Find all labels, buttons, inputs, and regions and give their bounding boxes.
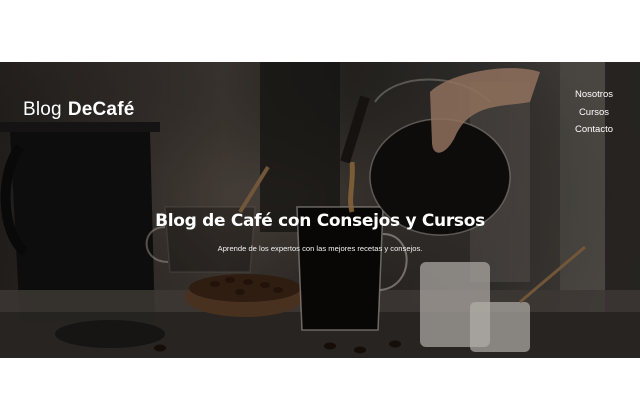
- nav-link-nosotros[interactable]: Nosotros: [575, 86, 613, 104]
- nav-link-cursos[interactable]: Cursos: [575, 104, 613, 122]
- site-logo[interactable]: Blog DeCafé: [23, 99, 135, 121]
- logo-bold-text: DeCafé: [67, 99, 135, 120]
- hero-subtitle: Aprende de los expertos con las mejores …: [217, 244, 423, 253]
- hero-banner: Blog DeCafé Nosotros Cursos Contacto Blog…: [0, 62, 640, 358]
- hero-title: Blog de Café con Consejos y Cursos: [155, 211, 485, 231]
- logo-light-text: Blog: [23, 99, 62, 120]
- nav-link-contacto[interactable]: Contacto: [575, 121, 613, 139]
- main-navigation: Nosotros Cursos Contacto: [575, 86, 613, 139]
